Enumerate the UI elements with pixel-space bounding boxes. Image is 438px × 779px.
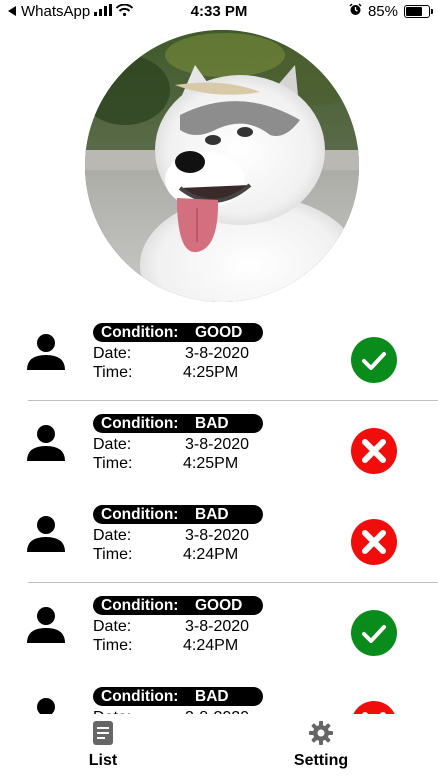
time-value: 4:25PM (183, 364, 239, 381)
condition-badge: Condition: BAD (93, 505, 263, 524)
condition-label: Condition: (101, 688, 179, 705)
checkmark-icon (350, 336, 398, 384)
time-label: Time: (93, 546, 133, 563)
time-label: Time: (93, 637, 133, 654)
condition-badge: Condition: BAD (93, 687, 263, 706)
date-label: Date: (93, 345, 132, 362)
time-value: 4:24PM (183, 546, 239, 563)
cross-icon (350, 427, 398, 475)
person-icon (26, 423, 66, 463)
record-row[interactable]: Condition: BAD Date: 3-8-2020 Time: 4:25PM (0, 401, 438, 492)
document-list-icon (90, 720, 116, 746)
condition-label: Condition: (101, 415, 179, 432)
condition-value: BAD (195, 688, 229, 705)
time-label: Time: (93, 455, 133, 472)
condition-badge: Condition: GOOD (93, 323, 263, 342)
cross-icon (350, 518, 398, 566)
cross-icon (350, 700, 398, 714)
record-row[interactable]: Condition: GOOD Date: 3-8-2020 Time: 4:24PM (0, 583, 438, 674)
condition-badge: Condition: GOOD (93, 596, 263, 615)
records-list[interactable]: Condition: GOOD Date: 3-8-2020 Time: 4:25PM Co… (0, 310, 438, 714)
battery-icon (404, 5, 433, 18)
person-icon (26, 514, 66, 554)
date-label: Date: (93, 527, 132, 544)
condition-value: BAD (195, 415, 229, 432)
condition-value: GOOD (195, 597, 243, 614)
date-value: 3-8-2020 (185, 527, 250, 544)
date-label: Date: (93, 618, 132, 635)
husky-dog-photo (85, 30, 359, 302)
date-value: 3-8-2020 (185, 708, 249, 714)
time-value: 4:25PM (183, 455, 239, 472)
date-value: 3-8-2020 (185, 345, 250, 362)
status-bar: WhatsApp 4:33 PM 85% (0, 0, 438, 24)
status-right: 85% (349, 3, 433, 20)
gear-icon (308, 720, 334, 746)
tab-setting-label: Setting (293, 752, 349, 769)
person-icon (26, 605, 66, 645)
record-row[interactable]: Condition: BAD Date: 3-8-2020 Time: 4:24PM (0, 492, 438, 583)
tab-list-label: List (88, 752, 118, 769)
condition-label: Condition: (101, 597, 179, 614)
time-label: Time: (93, 364, 133, 381)
condition-value: GOOD (195, 324, 243, 341)
date-label: Date: (93, 708, 131, 714)
alarm-icon (349, 3, 362, 20)
condition-label: Condition: (101, 324, 179, 341)
date-value: 3-8-2020 (185, 436, 250, 453)
date-value: 3-8-2020 (185, 618, 250, 635)
battery-percent: 85% (367, 3, 398, 20)
tab-bar: List Setting (0, 716, 438, 779)
record-row[interactable]: Condition: GOOD Date: 3-8-2020 Time: 4:25PM (0, 310, 438, 401)
checkmark-icon (350, 609, 398, 657)
tab-setting[interactable]: Setting (282, 720, 360, 770)
time-value: 4:24PM (183, 637, 239, 654)
condition-badge: Condition: BAD (93, 414, 263, 433)
person-icon (26, 332, 66, 372)
person-icon (26, 696, 66, 714)
condition-label: Condition: (101, 506, 179, 523)
date-label: Date: (93, 436, 132, 453)
profile-photo (85, 30, 359, 302)
condition-value: BAD (195, 506, 229, 523)
tab-list[interactable]: List (72, 720, 134, 770)
record-row[interactable]: Condition:BADDate:3-8-2020Time: (0, 674, 438, 714)
